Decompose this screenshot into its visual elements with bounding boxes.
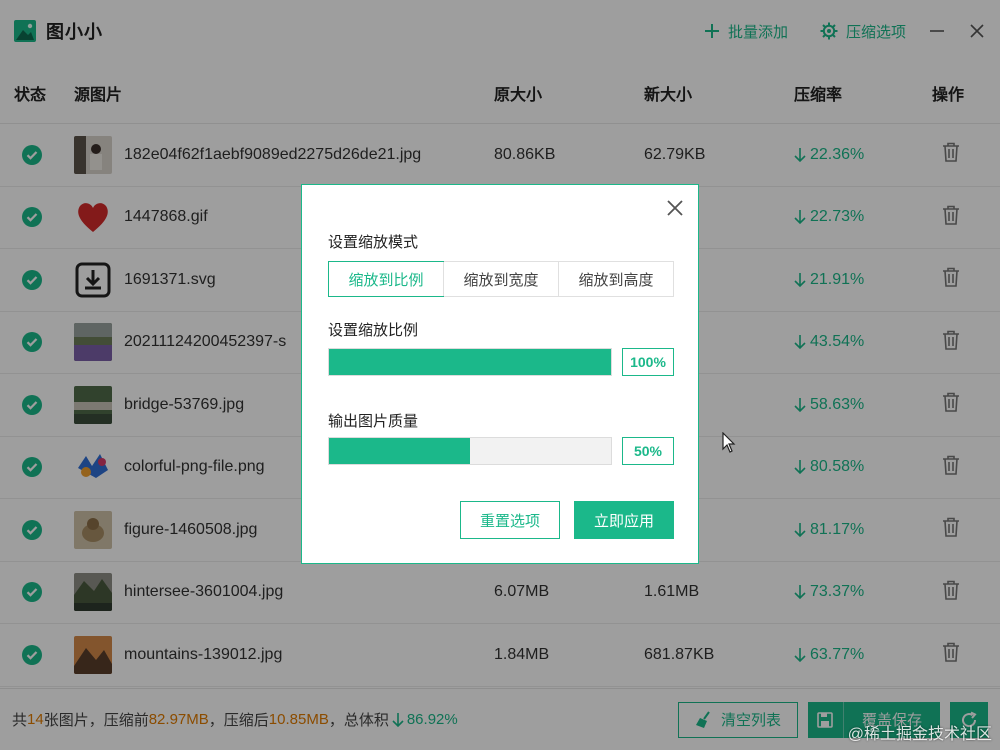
close-icon bbox=[667, 200, 683, 216]
dialog-close-button[interactable] bbox=[666, 199, 684, 217]
compress-options-dialog: 设置缩放模式 缩放到比例 缩放到宽度 缩放到高度 设置缩放比例 100% 输出图… bbox=[301, 184, 699, 564]
quality-label: 输出图片质量 bbox=[328, 413, 419, 430]
reset-options-button[interactable]: 重置选项 bbox=[460, 501, 560, 539]
quality-value[interactable]: 50% bbox=[622, 437, 674, 465]
scale-mode-selector: 缩放到比例 缩放到宽度 缩放到高度 bbox=[328, 261, 674, 297]
mode-option[interactable]: 缩放到高度 bbox=[558, 262, 673, 296]
quality-fill bbox=[329, 438, 470, 464]
scale-ratio-slider[interactable] bbox=[328, 348, 612, 376]
scale-ratio-label: 设置缩放比例 bbox=[328, 322, 419, 339]
watermark: @稀土掘金技术社区 bbox=[847, 726, 992, 743]
app-window: 图小小 批量添加 压缩选项 状态 源图片 原大小 新大小 压缩率 操作 182e… bbox=[0, 0, 1000, 750]
quality-slider[interactable] bbox=[328, 437, 612, 465]
scale-mode-label: 设置缩放模式 bbox=[328, 234, 419, 251]
mode-option[interactable]: 缩放到宽度 bbox=[443, 262, 558, 296]
apply-now-button[interactable]: 立即应用 bbox=[574, 501, 674, 539]
mode-option[interactable]: 缩放到比例 bbox=[328, 261, 444, 297]
mouse-cursor-icon bbox=[722, 432, 736, 453]
scale-ratio-value[interactable]: 100% bbox=[622, 348, 674, 376]
scale-ratio-fill bbox=[329, 349, 611, 375]
